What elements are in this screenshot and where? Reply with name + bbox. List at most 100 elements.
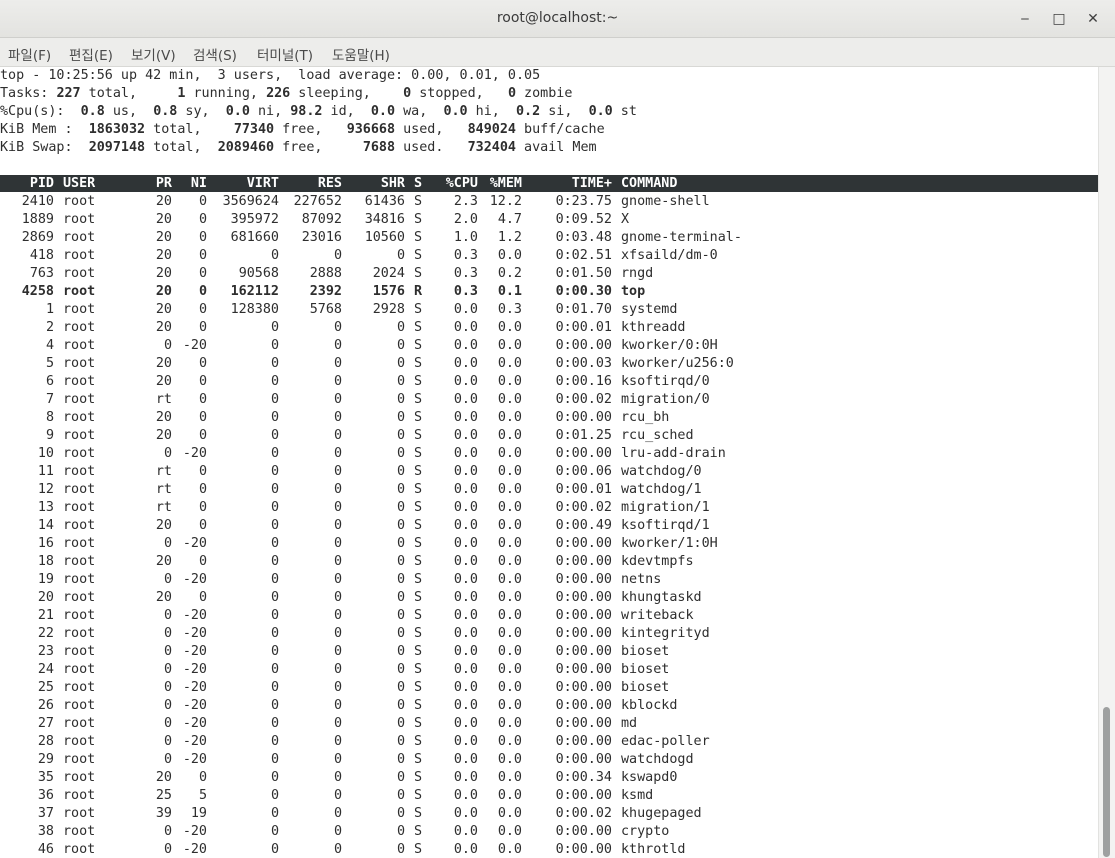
cell-res: 0 [333, 338, 342, 353]
cell-pid: 13 [37, 500, 54, 515]
cell-ni: 0 [198, 302, 207, 317]
cell-pid: 29 [37, 752, 54, 767]
menu-terminal[interactable]: 터미널(T) [257, 44, 313, 64]
cell-cpu: 0.0 [453, 824, 478, 839]
cell-command: rcu_sched [621, 428, 694, 443]
cell-res: 0 [333, 410, 342, 425]
cell-user: root [63, 572, 96, 587]
cell-res: 0 [333, 842, 342, 857]
cell-virt: 90568 [238, 266, 279, 281]
cell-pid: 19 [37, 572, 54, 587]
cell-pid: 1 [45, 302, 54, 317]
cell-pr: 0 [163, 752, 172, 767]
cell-s: S [414, 752, 423, 767]
cell-pr: 20 [155, 374, 172, 389]
cell-time: 0:00.02 [555, 392, 612, 407]
cell-virt: 162112 [230, 284, 279, 299]
process-row: 26 root 0 -20 0 0 0 S 0.0 0.0 0:00.00 kblockd [0, 697, 1098, 715]
menu-help[interactable]: 도움말(H) [332, 44, 390, 64]
cell-virt: 0 [270, 428, 279, 443]
cell-command: X [621, 212, 630, 227]
cell-user: root [63, 230, 96, 245]
cell-command: writeback [621, 608, 694, 623]
process-row: 37 root 39 19 0 0 0 S 0.0 0.0 0:00.02 khugepaged [0, 805, 1098, 823]
cell-ni: -20 [182, 752, 207, 767]
cell-cpu: 0.0 [453, 320, 478, 335]
maximize-button[interactable]: □ [1048, 9, 1070, 29]
cell-shr: 0 [396, 248, 405, 263]
cell-shr: 0 [396, 320, 405, 335]
cell-mem: 0.0 [497, 734, 522, 749]
cell-user: root [63, 464, 96, 479]
cell-user: root [63, 788, 96, 803]
cell-command: kworker/0:0H [621, 338, 718, 353]
cell-shr: 0 [396, 626, 405, 641]
cell-pr: 0 [163, 842, 172, 857]
summary-swap-line: KiB Swap: 2097148 total, 2089460 free, 7… [0, 140, 597, 155]
cell-pid: 37 [37, 806, 54, 821]
col-cpu: %CPU [445, 176, 478, 191]
cell-shr: 0 [396, 680, 405, 695]
cell-time: 0:00.00 [555, 446, 612, 461]
cell-s: S [414, 842, 423, 857]
cell-s: S [414, 734, 423, 749]
cell-mem: 0.0 [497, 410, 522, 425]
cell-pr: 0 [163, 626, 172, 641]
cell-pid: 5 [45, 356, 54, 371]
cell-user: root [63, 806, 96, 821]
cell-ni: 0 [198, 500, 207, 515]
cell-user: root [63, 338, 96, 353]
process-row: 9 root 20 0 0 0 0 S 0.0 0.0 0:01.25 rcu_sched [0, 427, 1098, 445]
cell-mem: 0.0 [497, 482, 522, 497]
summary-uptime-line: top - 10:25:56 up 42 min, 3 users, load … [0, 68, 541, 83]
cell-shr: 0 [396, 608, 405, 623]
cell-pr: 20 [155, 302, 172, 317]
menu-edit[interactable]: 편집(E) [69, 44, 113, 64]
cell-mem: 0.0 [497, 824, 522, 839]
cell-ni: 19 [190, 806, 207, 821]
cell-shr: 0 [396, 788, 405, 803]
cell-ni: -20 [182, 644, 207, 659]
cell-cpu: 1.0 [453, 230, 478, 245]
cell-s: S [414, 716, 423, 731]
cell-mem: 0.0 [497, 662, 522, 677]
cell-shr: 0 [396, 734, 405, 749]
cell-virt: 0 [270, 788, 279, 803]
cell-command: rngd [621, 266, 654, 281]
cell-ni: -20 [182, 572, 207, 587]
cell-res: 0 [333, 482, 342, 497]
terminal-area[interactable]: top - 10:25:56 up 42 min, 3 users, load … [0, 67, 1098, 858]
cell-time: 0:00.00 [555, 698, 612, 713]
cell-pid: 26 [37, 698, 54, 713]
cell-mem: 0.0 [497, 698, 522, 713]
cell-mem: 0.0 [497, 644, 522, 659]
cell-pid: 2869 [21, 230, 54, 245]
cell-cpu: 0.0 [453, 680, 478, 695]
minimize-button[interactable]: ‒ [1014, 9, 1036, 29]
cell-pr: rt [155, 464, 172, 479]
cell-shr: 0 [396, 842, 405, 857]
cell-mem: 0.0 [497, 716, 522, 731]
process-row: 10 root 0 -20 0 0 0 S 0.0 0.0 0:00.00 lru-add-drain [0, 445, 1098, 463]
cell-pid: 9 [45, 428, 54, 443]
cell-ni: -20 [182, 824, 207, 839]
menu-file[interactable]: 파일(F) [8, 44, 51, 64]
cell-shr: 10560 [364, 230, 405, 245]
cell-cpu: 2.3 [453, 194, 478, 209]
cell-ni: 0 [198, 212, 207, 227]
menu-search[interactable]: 검색(S) [193, 44, 237, 64]
cell-command: systemd [621, 302, 678, 317]
cell-time: 0:00.00 [555, 626, 612, 641]
cell-shr: 0 [396, 410, 405, 425]
scrollbar-thumb[interactable] [1103, 707, 1110, 857]
cell-res: 87092 [301, 212, 342, 227]
close-button[interactable]: ✕ [1082, 9, 1104, 29]
scrollbar[interactable] [1098, 67, 1115, 858]
cell-command: kthreadd [621, 320, 686, 335]
menu-view[interactable]: 보기(V) [131, 44, 176, 64]
cell-res: 0 [333, 734, 342, 749]
cell-command: kintegrityd [621, 626, 710, 641]
process-row: 6 root 20 0 0 0 0 S 0.0 0.0 0:00.16 ksoftirqd/0 [0, 373, 1098, 391]
cell-ni: -20 [182, 680, 207, 695]
cell-res: 0 [333, 320, 342, 335]
